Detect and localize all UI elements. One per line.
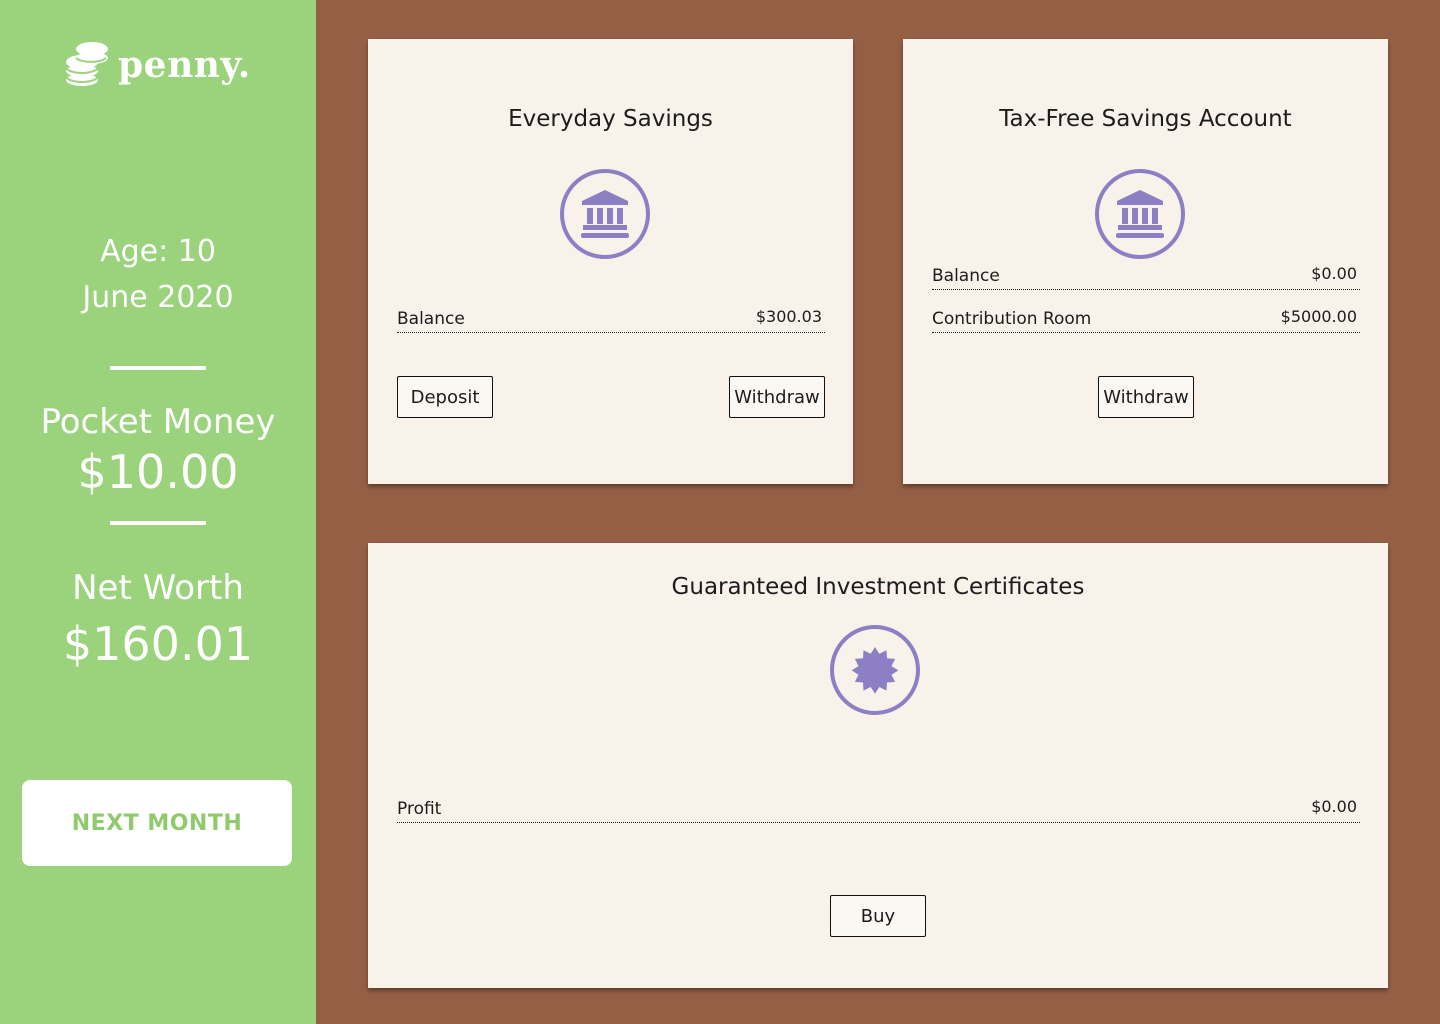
deposit-button[interactable]: Deposit	[397, 376, 493, 418]
balance-row: Balance $0.00	[932, 260, 1360, 290]
profit-label: Profit	[397, 799, 442, 819]
contribution-room-value: $5000.00	[1280, 307, 1357, 326]
everyday-savings-card: Everyday Savings Balance $300.03 Deposit…	[368, 39, 853, 484]
pocket-money-label: Pocket Money	[40, 402, 276, 442]
withdraw-button[interactable]: Withdraw	[729, 376, 825, 418]
bank-icon	[560, 169, 650, 259]
card-title: Tax-Free Savings Account	[999, 106, 1292, 132]
app-name: penny.	[118, 44, 251, 86]
next-month-button[interactable]: NEXT MONTH	[22, 780, 292, 866]
net-worth-label: Net Worth	[72, 568, 244, 608]
bank-icon	[1095, 169, 1185, 259]
sidebar: penny. Age: 10 June 2020 Pocket Money $1…	[0, 0, 316, 1024]
contribution-room-label: Contribution Room	[932, 309, 1092, 329]
withdraw-button[interactable]: Withdraw	[1098, 376, 1194, 418]
certificate-seal-icon	[830, 625, 920, 715]
contribution-room-row: Contribution Room $5000.00	[932, 303, 1360, 333]
app-logo: penny.	[64, 40, 251, 90]
age-label: Age: 10	[100, 234, 216, 269]
pocket-money-value: $10.00	[77, 445, 239, 499]
net-worth-value: $160.01	[62, 617, 254, 671]
date-label: June 2020	[82, 280, 234, 315]
card-title: Guaranteed Investment Certificates	[671, 574, 1085, 600]
balance-value: $0.00	[1311, 264, 1357, 283]
profit-value: $0.00	[1311, 797, 1357, 816]
gic-card: Guaranteed Investment Certificates Profi…	[368, 543, 1388, 988]
tfsa-card: Tax-Free Savings Account Balance $0.00 C…	[903, 39, 1388, 484]
card-title: Everyday Savings	[508, 106, 713, 132]
buy-button[interactable]: Buy	[830, 895, 926, 937]
divider	[110, 366, 206, 370]
profit-row: Profit $0.00	[397, 793, 1360, 823]
balance-row: Balance $300.03	[397, 303, 825, 333]
balance-label: Balance	[397, 309, 465, 329]
coins-icon	[65, 42, 108, 86]
balance-label: Balance	[932, 266, 1000, 286]
divider	[110, 521, 206, 525]
balance-value: $300.03	[755, 307, 822, 326]
